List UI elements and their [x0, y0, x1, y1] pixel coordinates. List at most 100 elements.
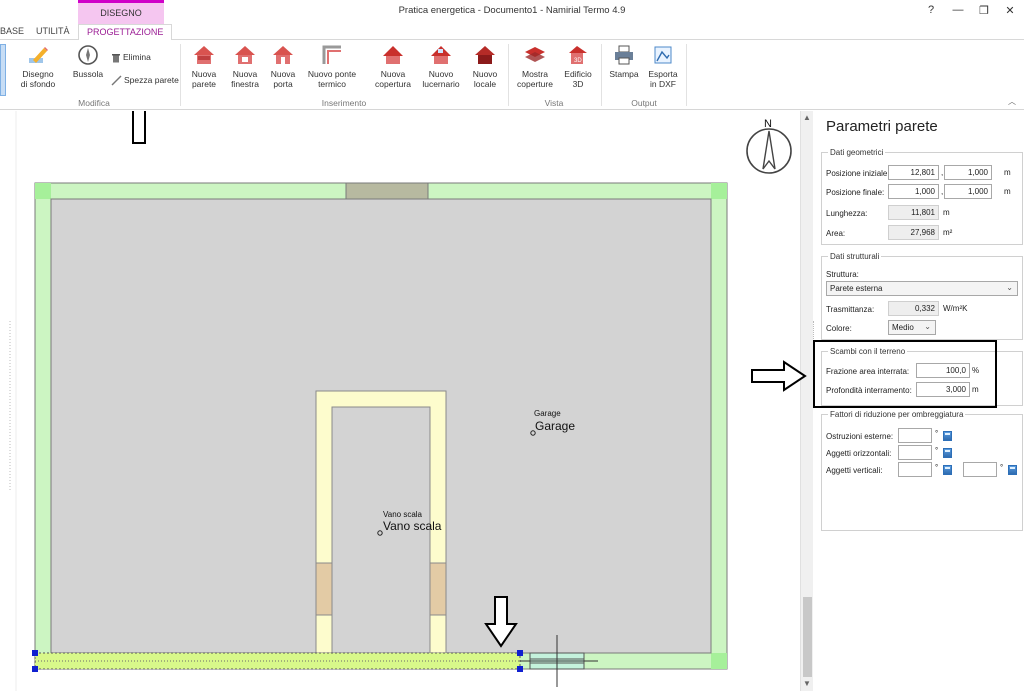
tab-progettazione[interactable]: PROGETTAZIONE — [78, 24, 173, 41]
scroll-down-arrow[interactable]: ▼ — [803, 679, 811, 688]
north-compass-icon[interactable] — [746, 128, 792, 174]
printer-icon — [615, 45, 633, 65]
selected-tool-edge[interactable] — [0, 44, 6, 96]
comma-separator: , — [941, 187, 944, 196]
esporta-dxf-button[interactable]: Esporta in DXF — [644, 44, 682, 89]
layers-icon — [525, 47, 545, 62]
room-icon — [475, 46, 495, 64]
door-left[interactable] — [315, 562, 333, 616]
calculator-icon[interactable] — [943, 465, 952, 475]
up-arrow-annotation — [122, 111, 156, 144]
help-button[interactable]: ? — [921, 4, 941, 16]
nuovo-ponte-termico-button[interactable]: Nuovo ponte termico — [304, 44, 360, 89]
trash-icon — [112, 54, 120, 63]
calculator-icon[interactable] — [943, 448, 952, 458]
tab-base[interactable]: BASE — [0, 26, 24, 36]
stampa-label: Stampa — [609, 69, 639, 79]
corner-node[interactable] — [35, 183, 51, 199]
nuova-finestra-label: Nuova finestra — [231, 69, 259, 89]
selection-handle[interactable] — [32, 650, 38, 656]
esporta-dxf-label: Esporta in DXF — [648, 69, 678, 89]
close-button[interactable]: ✕ — [1000, 4, 1020, 17]
degree-symbol: ° — [935, 463, 939, 472]
nuova-porta-label: Nuova porta — [270, 69, 296, 89]
edificio-3d-button[interactable]: 3D Edificio 3D — [560, 44, 596, 89]
posizione-iniziale-y-input[interactable]: 1,000 — [944, 165, 992, 180]
window-top[interactable] — [345, 182, 429, 200]
fieldset-ombreggiatura: Fattori di riduzione per ombreggiatura O… — [821, 410, 1023, 531]
calculator-icon[interactable] — [1008, 465, 1017, 475]
colore-select[interactable]: Medio ⌄ — [888, 320, 936, 335]
highlight-annotation — [813, 340, 997, 408]
room-label-vano-scala: Vano scala — [383, 519, 442, 533]
elimina-button[interactable]: Elimina — [111, 52, 151, 63]
group-vista: Vista — [544, 98, 564, 108]
bussola-button[interactable]: Bussola — [68, 44, 108, 79]
collapse-ribbon-icon[interactable]: ︿ — [1008, 96, 1016, 107]
disegno-sfondo-button[interactable]: Disegno di sfondo — [14, 44, 62, 89]
corner-node[interactable] — [711, 653, 727, 669]
ribbon-tabs: BASE UTILITÀ PROGETTAZIONE — [0, 24, 1024, 41]
ribbon: Disegno di sfondo Bussola Elimina Spezza… — [0, 40, 1024, 110]
chevron-down-icon: ⌄ — [924, 322, 931, 331]
separator — [180, 44, 181, 106]
door-right[interactable] — [429, 562, 447, 616]
legend-ombreggiatura: Fattori di riduzione per ombreggiatura — [828, 410, 966, 419]
aggetti-verticali-input[interactable] — [898, 462, 932, 477]
pencil-icon — [29, 47, 48, 63]
room-label-garage: Garage — [535, 419, 576, 433]
label-aggetti-orizzontali: Aggetti orizzontali: — [826, 449, 892, 458]
colore-value: Medio — [892, 323, 914, 332]
room-label-small: Garage — [534, 409, 561, 418]
unit-m: m — [943, 208, 950, 217]
nuovo-lucernario-button[interactable]: Nuovo lucernario — [420, 44, 462, 89]
window-title: Pratica energetica - Documento1 - Namiri… — [398, 5, 626, 16]
restore-button[interactable]: ❐ — [974, 4, 994, 17]
nuovo-ponte-termico-label: Nuovo ponte termico — [307, 69, 357, 89]
ostruzioni-esterne-input[interactable] — [898, 428, 932, 443]
separator — [686, 44, 687, 106]
label-ostruzioni-esterne: Ostruzioni esterne: — [826, 432, 894, 441]
scroll-up-arrow[interactable]: ▲ — [803, 113, 811, 122]
nuovo-locale-button[interactable]: Nuovo locale — [468, 44, 502, 89]
aggetti-verticali-input-2[interactable] — [963, 462, 997, 477]
floor-plan[interactable] — [0, 111, 800, 691]
house-window-icon — [235, 46, 255, 64]
house-door-icon — [273, 46, 293, 64]
title-bar: DISEGNO Pratica energetica - Documento1 … — [0, 0, 1024, 24]
calculator-icon[interactable] — [943, 431, 952, 441]
corner-node[interactable] — [711, 183, 727, 199]
nuova-parete-button[interactable]: Nuova parete — [186, 44, 222, 89]
stampa-button[interactable]: Stampa — [606, 44, 642, 79]
scroll-thumb[interactable] — [803, 597, 812, 677]
mostra-coperture-button[interactable]: Mostra coperture — [512, 44, 558, 89]
struttura-select[interactable]: Parete esterna ⌄ — [826, 281, 1018, 296]
selection-handle[interactable] — [32, 666, 38, 672]
posizione-finale-y-input[interactable]: 1,000 — [944, 184, 992, 199]
tab-utilita[interactable]: UTILITÀ — [36, 26, 70, 36]
unit-m: m — [1004, 187, 1011, 196]
degree-symbol: ° — [935, 446, 939, 455]
nuova-porta-button[interactable]: Nuova porta — [267, 44, 299, 89]
aggetti-orizzontali-input[interactable] — [898, 445, 932, 460]
nuova-copertura-button[interactable]: Nuova copertura — [372, 44, 414, 89]
label-posizione-finale: Posizione finale: — [826, 188, 885, 197]
minimize-button[interactable]: — — [948, 4, 968, 16]
selection-handle[interactable] — [517, 650, 523, 656]
export-dxf-icon — [654, 46, 672, 64]
unit-trasmittanza: W/m²K — [943, 304, 968, 313]
posizione-iniziale-x-input[interactable]: 12,801 — [888, 165, 939, 180]
spezza-parete-button[interactable]: Spezza parete — [111, 75, 179, 86]
label-lunghezza: Lunghezza: — [826, 209, 868, 218]
selection-handle[interactable] — [517, 666, 523, 672]
posizione-finale-x-input[interactable]: 1,000 — [888, 184, 939, 199]
nuova-copertura-label: Nuova copertura — [375, 69, 411, 89]
vertical-scrollbar[interactable]: ▲ ▼ — [800, 111, 813, 691]
lunghezza-value: 11,801 — [888, 205, 939, 220]
degree-symbol: ° — [1000, 463, 1004, 472]
comma-separator: , — [941, 168, 944, 177]
nuova-finestra-button[interactable]: Nuova finestra — [226, 44, 264, 89]
label-trasmittanza: Trasmittanza: — [826, 305, 875, 314]
roof-icon — [383, 46, 403, 64]
drawing-canvas[interactable]: Garage Garage Vano scala Vano scala N — [0, 111, 800, 691]
